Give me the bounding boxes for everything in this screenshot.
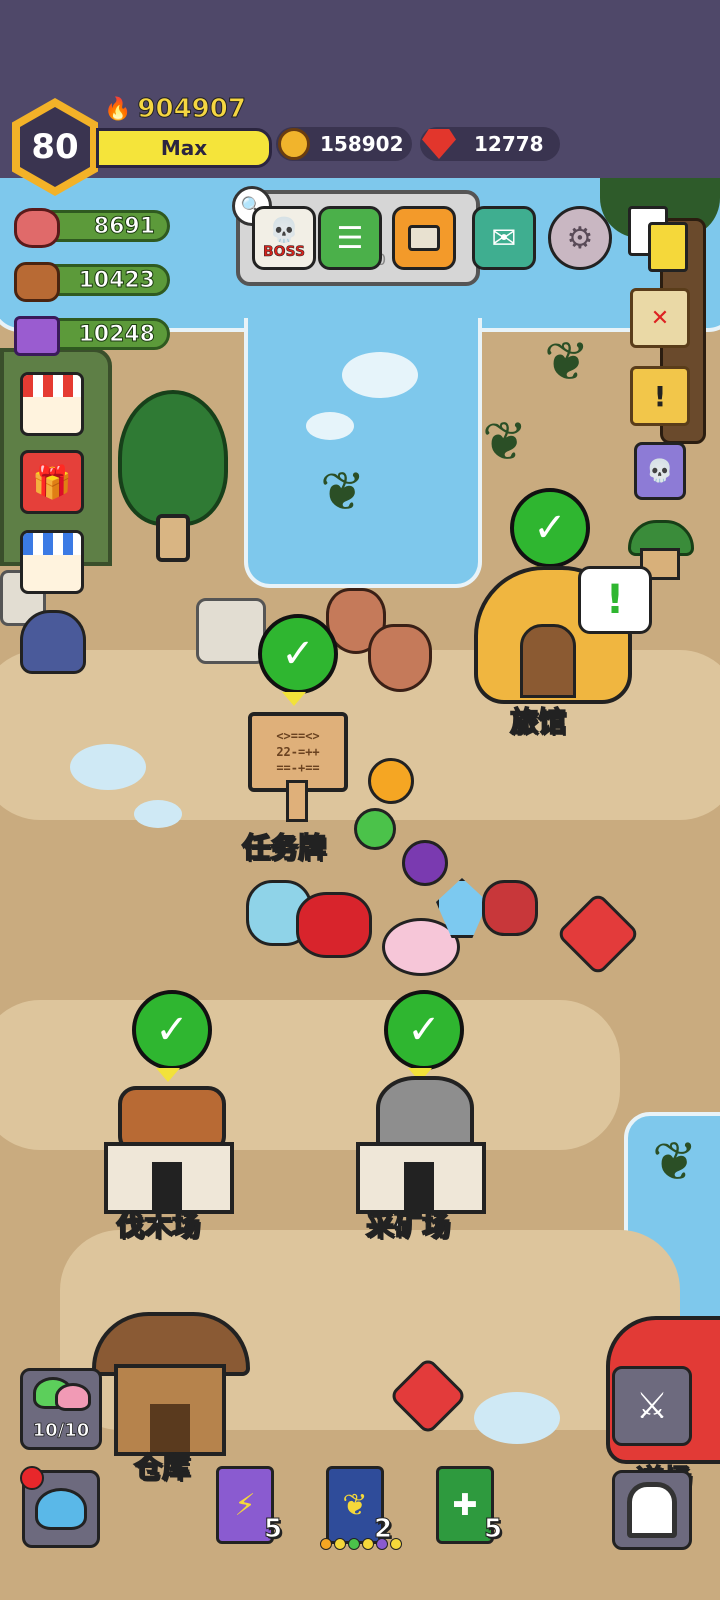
ore-icon: [14, 316, 60, 356]
mine[interactable]: [356, 1076, 486, 1214]
potion-icon[interactable]: 💀: [634, 442, 686, 500]
lumber-mill-checkmark-icon[interactable]: ✓: [132, 990, 212, 1070]
list-lines-icon: ☰: [336, 220, 364, 256]
boss-icon[interactable]: 💀 BOSS: [252, 206, 316, 270]
puddle: [306, 412, 354, 440]
power-display: 🔥 904907: [104, 94, 247, 125]
blue-slime-icon: [35, 1488, 87, 1530]
gem-value: 12778: [474, 132, 544, 156]
puddle: [70, 744, 146, 790]
ruby-gem-icon: [422, 129, 456, 159]
shop-icon[interactable]: [20, 372, 84, 436]
clay-pot: [368, 624, 432, 692]
lumber-mill-label: 伐木场: [115, 1208, 201, 1243]
inn-alert-bubble[interactable]: !: [578, 566, 652, 634]
quest-book-icon[interactable]: ☰: [318, 206, 382, 270]
flame-icon: 🔥: [104, 96, 132, 122]
lumber-mill[interactable]: [104, 1086, 234, 1214]
sale-shop-icon[interactable]: [20, 530, 84, 594]
plant: ❦: [652, 1130, 698, 1193]
skull-icon: 💀: [269, 216, 299, 244]
wood-icon: [14, 262, 60, 302]
cards-icon[interactable]: [628, 206, 688, 272]
gold-book-button[interactable]: ❦ 2: [326, 1466, 406, 1546]
gold-counter[interactable]: 158902: [276, 127, 412, 161]
settings-gear-icon[interactable]: ⚙: [548, 206, 612, 270]
warehouse[interactable]: [92, 1312, 250, 1456]
portal-button[interactable]: [612, 1470, 692, 1550]
puddle: [342, 352, 418, 398]
pine-tree: [118, 390, 228, 570]
mine-label: 采矿场: [365, 1208, 451, 1243]
purple-book-count: 5: [263, 1514, 283, 1545]
player-level: 80: [20, 107, 90, 187]
gold-value: 158902: [320, 132, 404, 156]
plant: ❦: [320, 460, 366, 523]
warehouse-label: 仓库: [133, 1450, 191, 1485]
plant: ❦: [482, 410, 528, 473]
slime-count: 10/10: [32, 1420, 90, 1442]
puddle: [474, 1392, 560, 1444]
inn-checkmark-icon[interactable]: ✓: [510, 488, 590, 568]
boss-label: BOSS: [262, 244, 306, 261]
chest-lock-icon: [408, 225, 440, 251]
quest-board-checkmark-icon[interactable]: ✓: [258, 614, 338, 694]
power-value: 904907: [137, 94, 247, 125]
mine-checkmark-icon[interactable]: ✓: [384, 990, 464, 1070]
xp-bar: Max: [96, 128, 272, 168]
notification-dot: [20, 1466, 44, 1490]
sword-icon: ⚔: [635, 1385, 669, 1427]
quest-board-marker: [282, 692, 306, 706]
purple-book-button[interactable]: ⚡ 5: [216, 1466, 296, 1546]
rock-pile: [196, 598, 266, 664]
mail-icon[interactable]: ✉: [472, 206, 536, 270]
chest-icon[interactable]: [392, 206, 456, 270]
gear-icon: ⚙: [566, 220, 594, 256]
wood-value: 10423: [78, 267, 156, 293]
monster-icon[interactable]: [20, 610, 86, 674]
green-book-button[interactable]: ✚ 5: [436, 1466, 516, 1546]
meat-value: 8691: [93, 213, 155, 239]
ore-value: 10248: [78, 321, 156, 347]
treasure-map-icon[interactable]: ✕: [630, 288, 690, 348]
alert-scroll-icon[interactable]: !: [630, 366, 690, 426]
gold-coin-icon: [278, 128, 310, 160]
dirt-path: [0, 1000, 620, 1150]
puddle: [134, 800, 182, 828]
sword-attack-button[interactable]: ⚔: [612, 1366, 692, 1446]
slime-counter-button[interactable]: 10/10: [20, 1368, 102, 1450]
portal-icon: [627, 1482, 677, 1538]
lumber-mill-marker: [156, 1068, 180, 1082]
gem-dots: [320, 1538, 402, 1550]
slime-icon: [55, 1383, 91, 1411]
plant: ❦: [544, 330, 590, 393]
meat-icon: [14, 208, 60, 248]
gift-icon[interactable]: 🎁: [20, 450, 84, 514]
xp-label: Max: [160, 136, 208, 160]
inn-label: 旅馆: [509, 704, 567, 739]
green-book-count: 5: [483, 1514, 503, 1545]
envelope-icon: ✉: [491, 220, 517, 256]
gem-counter[interactable]: 12778: [420, 127, 560, 161]
hero-party[interactable]: [206, 740, 546, 980]
